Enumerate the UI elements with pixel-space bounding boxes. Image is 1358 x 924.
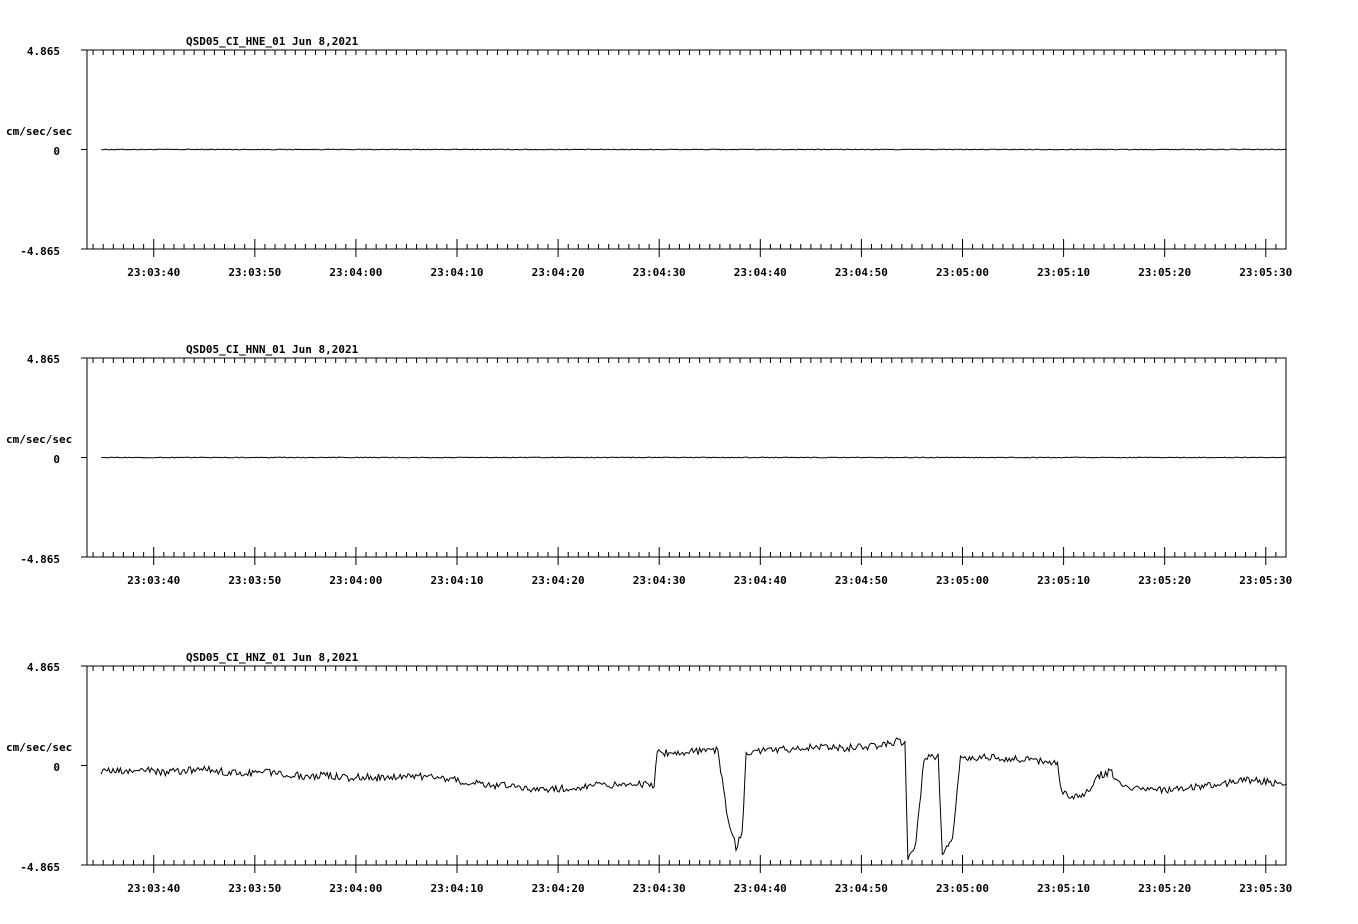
x-tick-label: 23:04:00 xyxy=(329,266,382,279)
waveform-trace xyxy=(100,737,1287,861)
y-axis-label: cm/sec/sec xyxy=(6,125,72,138)
x-tick-label: 23:03:40 xyxy=(127,574,180,587)
panel-title: QSD05_CI_HNN_01 Jun 8,2021 xyxy=(186,343,359,356)
y-tick-label-zero: 0 xyxy=(53,145,60,158)
x-tick-label: 23:05:10 xyxy=(1037,266,1090,279)
x-tick-label: 23:04:40 xyxy=(734,574,787,587)
x-tick-label: 23:04:10 xyxy=(431,266,484,279)
x-tick-label: 23:04:50 xyxy=(835,882,888,895)
x-tick-label: 23:05:10 xyxy=(1037,574,1090,587)
x-tick-label: 23:05:30 xyxy=(1239,574,1292,587)
x-tick-label: 23:05:00 xyxy=(936,882,989,895)
panel-title: QSD05_CI_HNE_01 Jun 8,2021 xyxy=(186,35,359,48)
x-tick-label: 23:03:40 xyxy=(127,882,180,895)
x-tick-label: 23:04:00 xyxy=(329,882,382,895)
x-tick-label: 23:03:50 xyxy=(228,882,281,895)
x-tick-label: 23:05:00 xyxy=(936,266,989,279)
x-tick-label: 23:04:40 xyxy=(734,882,787,895)
x-tick-label: 23:04:00 xyxy=(329,574,382,587)
panel-title: QSD05_CI_HNZ_01 Jun 8,2021 xyxy=(186,651,359,664)
y-tick-label-bottom: -4.865 xyxy=(20,245,60,258)
x-tick-label: 23:04:40 xyxy=(734,266,787,279)
panel-hnn: QSD05_CI_HNN_01 Jun 8,2021 cm/sec/sec 4.… xyxy=(6,343,1292,587)
x-tick-label: 23:03:50 xyxy=(228,574,281,587)
x-tick-label: 23:05:20 xyxy=(1138,266,1191,279)
x-tick-label: 23:04:20 xyxy=(532,266,585,279)
x-tick-label: 23:04:50 xyxy=(835,574,888,587)
panel-hne: QSD05_CI_HNE_01 Jun 8,2021 cm/sec/sec 4.… xyxy=(6,35,1292,279)
x-tick-label: 23:05:10 xyxy=(1037,882,1090,895)
panel-hnz: QSD05_CI_HNZ_01 Jun 8,2021 cm/sec/sec 4.… xyxy=(6,651,1292,895)
x-tick-label: 23:05:00 xyxy=(936,574,989,587)
x-tick-label: 23:03:40 xyxy=(127,266,180,279)
y-tick-label-bottom: -4.865 xyxy=(20,553,60,566)
x-tick-label: 23:05:30 xyxy=(1239,266,1292,279)
y-axis-label: cm/sec/sec xyxy=(6,741,72,754)
y-tick-label-zero: 0 xyxy=(53,761,60,774)
x-tick-label: 23:04:10 xyxy=(431,574,484,587)
x-tick-label: 23:04:50 xyxy=(835,266,888,279)
waveform-trace xyxy=(101,148,1287,151)
x-tick-label: 23:03:50 xyxy=(228,266,281,279)
x-tick-label: 23:05:20 xyxy=(1138,882,1191,895)
x-tick-label: 23:04:30 xyxy=(633,574,686,587)
seismogram-figure: QSD05_CI_HNE_01 Jun 8,2021 cm/sec/sec 4.… xyxy=(6,35,1292,895)
plot-frame xyxy=(86,665,1287,866)
y-tick-label-top: 4.865 xyxy=(27,353,60,366)
x-tick-label: 23:05:30 xyxy=(1239,882,1292,895)
x-tick-label: 23:04:30 xyxy=(633,266,686,279)
y-tick-label-top: 4.865 xyxy=(27,45,60,58)
x-tick-label: 23:04:30 xyxy=(633,882,686,895)
y-tick-label-bottom: -4.865 xyxy=(20,861,60,874)
x-tick-label: 23:05:20 xyxy=(1138,574,1191,587)
x-tick-label: 23:04:20 xyxy=(532,574,585,587)
y-axis-label: cm/sec/sec xyxy=(6,433,72,446)
x-tick-label: 23:04:20 xyxy=(532,882,585,895)
waveform-trace xyxy=(101,456,1287,459)
y-tick-label-zero: 0 xyxy=(53,453,60,466)
x-tick-label: 23:04:10 xyxy=(431,882,484,895)
y-tick-label-top: 4.865 xyxy=(27,661,60,674)
